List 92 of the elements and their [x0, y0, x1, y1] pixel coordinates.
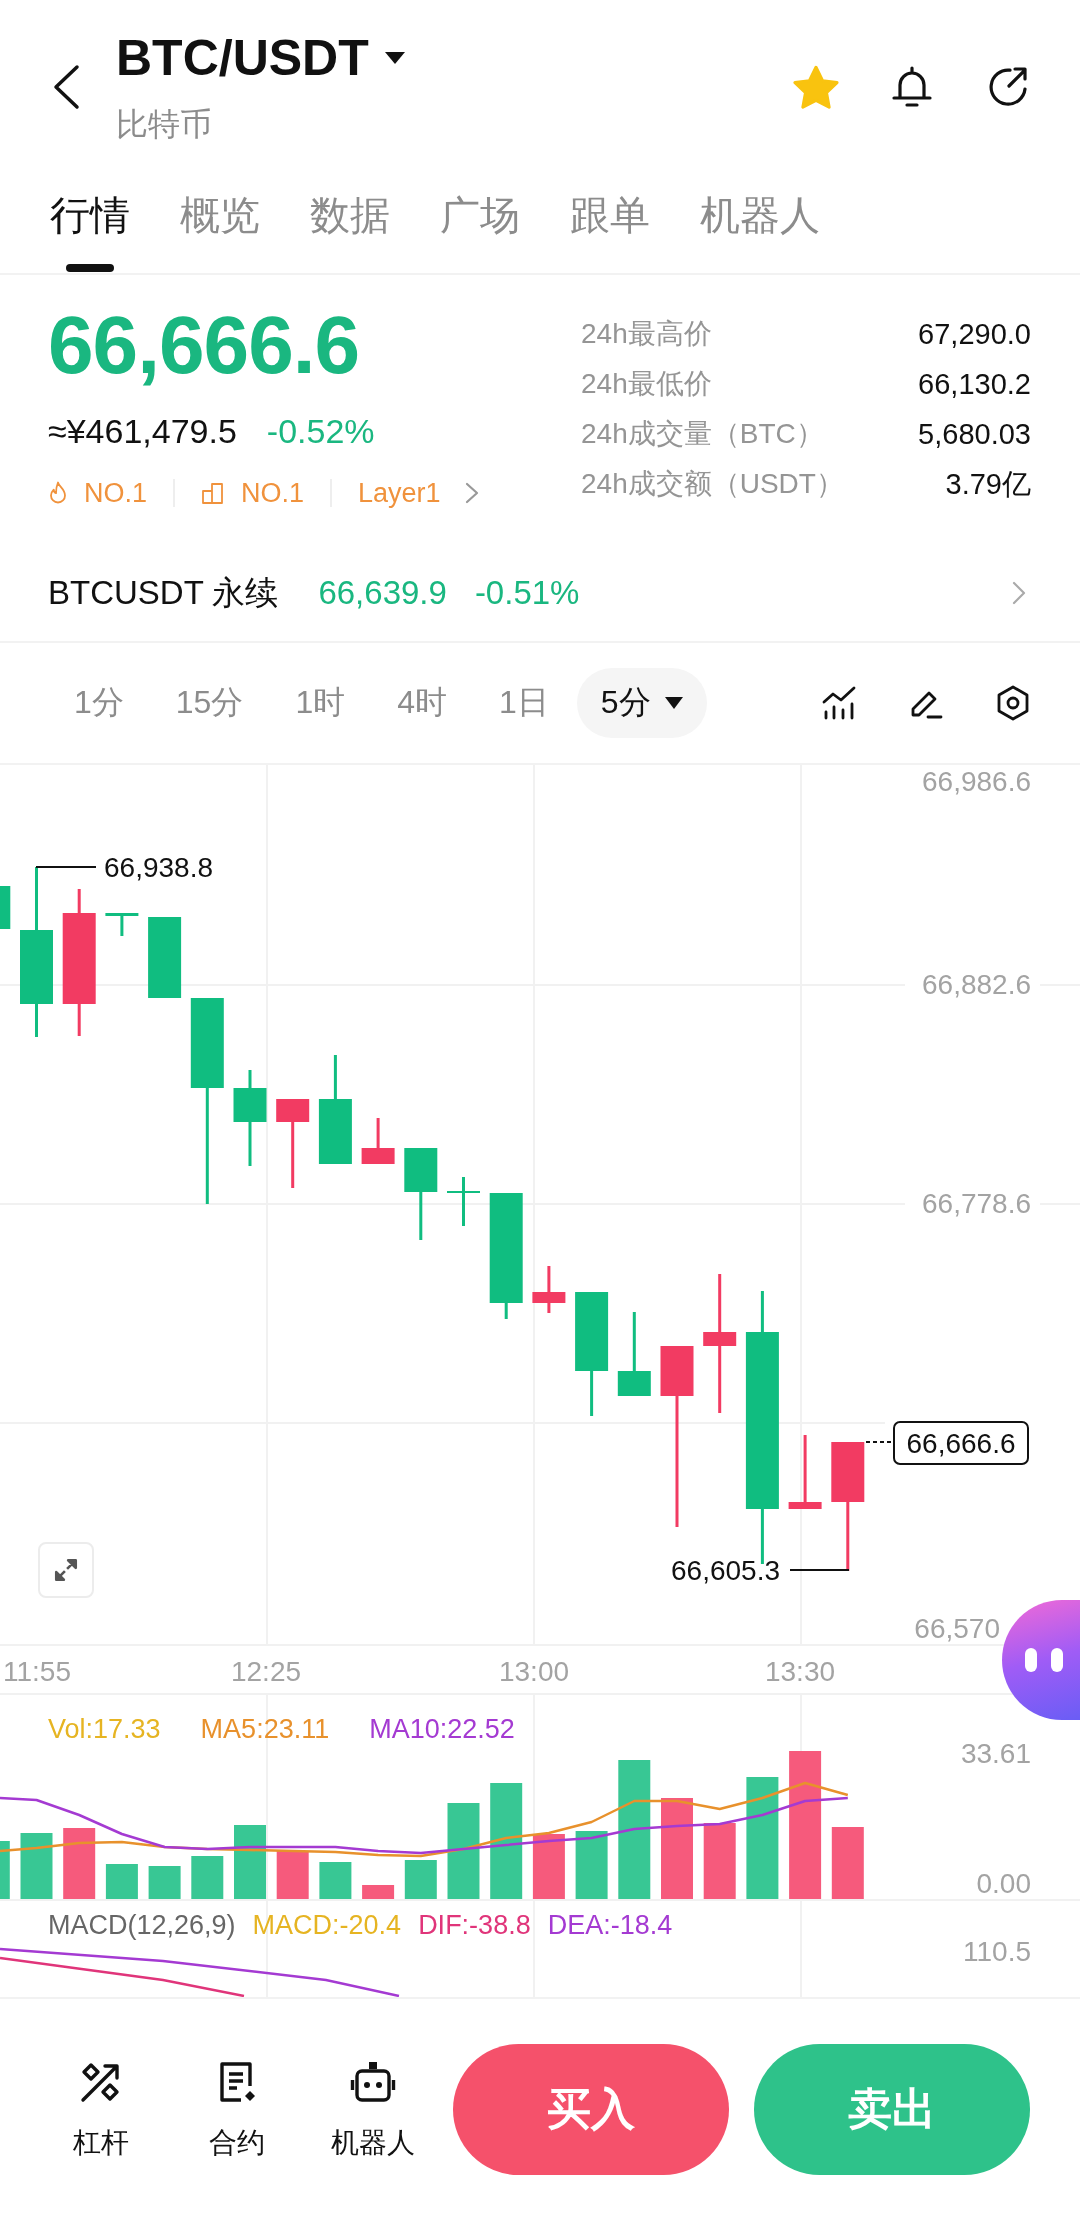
tab[interactable]: 数据: [310, 194, 390, 272]
star-icon[interactable]: [793, 64, 839, 110]
ranking-tag[interactable]: NO.1: [201, 476, 305, 510]
price-change: -0.52%: [266, 411, 375, 451]
volume-legend-label: MA5:23.11: [200, 1713, 330, 1745]
stat-label: 24h成交量（BTC）: [581, 417, 824, 451]
volume-bar: [276, 1851, 309, 1899]
podium-icon: [201, 482, 226, 504]
stat-value: 5,680.03: [918, 417, 1031, 452]
price-axis-label: 66,570: [914, 1613, 1000, 1644]
line-chart-icon[interactable]: [821, 685, 857, 721]
chevron-left-icon[interactable]: [52, 64, 80, 110]
time-axis-label: 13:30: [764, 1656, 836, 1687]
price-axis-label: 66,778.6: [922, 1188, 1031, 1219]
contract-price: 66,639.9: [318, 573, 447, 613]
high-price-label: 66,938.8: [104, 852, 213, 883]
volume-bar: [362, 1885, 395, 1899]
tab[interactable]: 概览: [180, 194, 260, 272]
leverage-button[interactable]: 杠杆: [41, 2059, 161, 2159]
bot-button[interactable]: 机器人: [313, 2059, 433, 2159]
time-axis-label: 11:55: [3, 1656, 71, 1687]
robot-icon: [350, 2059, 396, 2105]
volume-bar: [63, 1828, 96, 1899]
assistant-button[interactable]: [1002, 1600, 1080, 1720]
volume-bar: [404, 1860, 437, 1899]
last-price: 66,666.6: [48, 301, 360, 389]
candle: [532, 1266, 566, 1313]
caret-down-icon: [384, 52, 405, 64]
leader-line: [789, 1569, 850, 1571]
pair-selector[interactable]: BTC/USDT: [116, 30, 405, 86]
macd-legend-label: MACD:-20.4: [252, 1909, 402, 1941]
interval-tab[interactable]: 4时: [373, 668, 471, 738]
time-axis-label: 13:00: [498, 1656, 570, 1687]
interval-tab[interactable]: 5分: [576, 668, 707, 738]
stat-label: 24h最高价: [581, 317, 712, 351]
volume-legend-label: MA10:22.52: [369, 1713, 515, 1745]
tab[interactable]: 跟单: [570, 194, 650, 272]
caret-down-icon: [664, 697, 683, 709]
volume-bar: [575, 1831, 608, 1899]
candle: [361, 1118, 395, 1164]
expand-button[interactable]: [38, 1542, 94, 1598]
price-axis-label: 66,986.6: [922, 766, 1031, 797]
buy-button[interactable]: 买入: [453, 2044, 729, 2175]
chevron-right-icon[interactable]: [464, 482, 479, 504]
volume-bar: [532, 1834, 565, 1899]
time-axis-label: 12:25: [230, 1656, 302, 1687]
leader-line: [35, 866, 97, 868]
volume-bar: [191, 1856, 224, 1899]
interval-tab[interactable]: 1日: [475, 668, 573, 738]
volume-legend-label: Vol:17.33: [48, 1713, 161, 1745]
interval-tab[interactable]: 1分: [50, 668, 148, 738]
stat-label: 24h成交额（USDT）: [581, 467, 844, 501]
tab[interactable]: 广场: [440, 194, 520, 272]
volume-bar: [148, 1866, 181, 1899]
stat-value: 3.79亿: [945, 467, 1031, 502]
volume-bar: [0, 1841, 10, 1899]
stat-label: 24h最低价: [581, 367, 712, 401]
macd-axis-label: 110.5: [963, 1936, 1031, 1967]
price-axis-label: 66,882.6: [922, 969, 1031, 1000]
stat-value: 67,290.0: [918, 317, 1031, 352]
diagonal-arrows-icon: [53, 1557, 79, 1583]
price-line: [865, 1441, 894, 1443]
ranking-tag[interactable]: NO.1: [48, 476, 148, 510]
contract-name: BTCUSDT 永续: [48, 573, 279, 613]
volume-axis-label: 0.00: [976, 1868, 1031, 1899]
stat-value: 66,130.2: [918, 367, 1031, 402]
volume-axis-label: 33.61: [960, 1738, 1031, 1769]
volume-bar: [831, 1827, 864, 1899]
settings-icon[interactable]: [995, 685, 1031, 721]
candle: [0, 886, 11, 929]
fiat-price: ≈¥461,479.5: [48, 411, 237, 451]
flame-icon: [48, 480, 68, 506]
tab[interactable]: 行情: [50, 194, 130, 272]
coin-name: 比特币: [116, 106, 212, 142]
interval-tab[interactable]: 15分: [151, 668, 268, 738]
volume-bar: [319, 1862, 352, 1899]
low-price-label: 66,605.3: [671, 1555, 780, 1586]
interval-tab[interactable]: 1时: [271, 668, 370, 738]
last-price-tag: 66,666.6: [893, 1421, 1029, 1465]
macd-legend-label: DEA:-18.4: [547, 1909, 673, 1941]
tab[interactable]: 机器人: [700, 194, 820, 272]
macd-legend-label: MACD(12,26,9): [48, 1909, 236, 1941]
macd-legend-label: DIF:-38.8: [418, 1909, 531, 1941]
contract-button[interactable]: 合约: [177, 2059, 297, 2159]
sell-button[interactable]: 卖出: [754, 2044, 1030, 2175]
eyes-icon: [1025, 1648, 1065, 1672]
volume-bar: [20, 1833, 53, 1899]
contract-change: -0.51%: [474, 573, 580, 613]
volume-bar: [105, 1864, 138, 1899]
candle: [447, 1177, 480, 1226]
candle: [105, 913, 139, 936]
category-tag[interactable]: Layer1: [358, 476, 441, 510]
